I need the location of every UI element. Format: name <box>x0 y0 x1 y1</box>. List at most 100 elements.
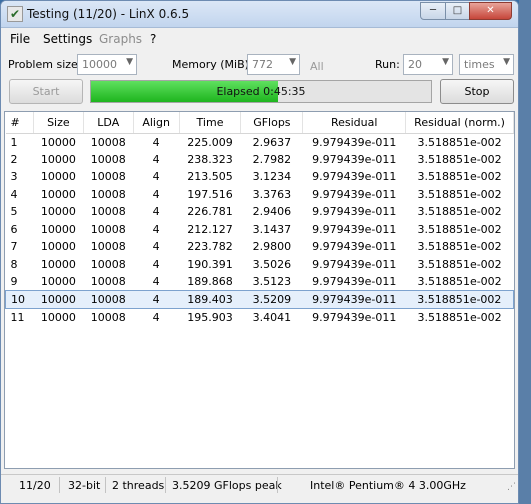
column-header[interactable]: Time <box>179 112 242 134</box>
table-cell: 3.518851e-002 <box>417 152 502 166</box>
all-memory-button[interactable]: All <box>310 60 324 73</box>
column-header[interactable]: Residual <box>302 112 407 134</box>
table-cell: 9.979439e-011 <box>312 275 397 288</box>
table-cell: 10008 <box>90 222 126 236</box>
table-cell: 2.9406 <box>252 205 292 219</box>
table-cell: 10000 <box>40 135 76 149</box>
table-cell: 9.979439e-011 <box>312 205 397 219</box>
menu-graphs[interactable]: Graphs <box>99 32 142 46</box>
table-cell: 212.127 <box>187 222 233 236</box>
table-row[interactable]: 7 10000 10008 4 223.782 2.9800 9.979439e-011 3.… <box>6 238 514 256</box>
table-cell: 10008 <box>83 290 134 309</box>
table-cell: 189.403 <box>179 290 241 309</box>
table-cell: 3.518851e-002 <box>417 187 502 201</box>
table-cell: 9.979439e-011 <box>302 290 406 309</box>
table-row[interactable]: 10 10000 10008 4 189.403 3.5209 9.979439e-011 3… <box>5 290 514 309</box>
table-cell: 4 <box>152 187 160 201</box>
table-cell: 2.7982 <box>252 152 292 166</box>
stop-button[interactable]: Stop <box>440 79 514 104</box>
table-cell: 3 <box>10 170 18 184</box>
table-cell: 2.9637 <box>252 135 292 149</box>
table-cell: 4 <box>152 170 160 184</box>
main-window: ✔ Testing (11/20) - LinX 0.6.5 ─ □ ✕ Fil… <box>0 0 519 504</box>
table-cell: 4 <box>133 290 180 309</box>
close-button[interactable]: ✕ <box>469 2 512 20</box>
memory-value: 772 <box>252 58 273 71</box>
table-cell: 10000 <box>40 310 76 324</box>
table-cell: 4 <box>152 135 160 149</box>
column-header[interactable]: GFlops <box>240 112 304 134</box>
table-row[interactable]: 4 10000 10008 4 197.516 3.3763 9.979439e-011 3.… <box>6 186 514 204</box>
run-unit-select[interactable]: times ▼ <box>459 54 514 75</box>
table-cell: 9.979439e-011 <box>312 187 397 201</box>
table-row[interactable]: 9 10000 10008 4 189.868 3.5123 9.979439e-011 3.… <box>6 273 514 291</box>
run-label: Run: <box>375 58 400 71</box>
table-cell: 9.979439e-011 <box>312 135 397 149</box>
table-cell: 9.979439e-011 <box>312 152 397 166</box>
status-progress: 11/20 <box>19 479 51 492</box>
maximize-button[interactable]: □ <box>445 2 470 20</box>
table-cell: 10008 <box>90 205 126 219</box>
table-cell: 226.781 <box>187 205 233 219</box>
table-cell: 4 <box>152 240 160 254</box>
table-cell: 4 <box>152 275 160 288</box>
run-count-select[interactable]: 20 ▼ <box>403 54 453 75</box>
elapsed-text: Elapsed 0:45:35 <box>216 85 306 98</box>
table-cell: 10000 <box>40 222 76 236</box>
table-row[interactable]: 3 10000 10008 4 213.505 3.1234 9.979439e-011 3.… <box>6 168 514 186</box>
table-row[interactable]: 1 10000 10008 4 225.009 2.9637 9.979439e-011 3.… <box>6 133 514 151</box>
title-bar[interactable]: ✔ Testing (11/20) - LinX 0.6.5 ─ □ ✕ <box>1 1 518 28</box>
results-table: # Size LDA Align Time GFlops Residual Residual … <box>4 111 515 469</box>
table-cell: 10000 <box>40 187 76 201</box>
table-cell: 4 <box>152 152 160 166</box>
table-cell: 10000 <box>40 205 76 219</box>
problem-size-value: 10000 <box>82 58 117 71</box>
table-cell: 4 <box>10 187 18 201</box>
table-cell: 189.868 <box>187 275 233 288</box>
table-cell: 3.1234 <box>252 170 292 184</box>
column-header[interactable]: Size <box>33 112 84 134</box>
problem-size-label: Problem size: <box>8 58 82 71</box>
table-row[interactable]: 5 10000 10008 4 226.781 2.9406 9.979439e-011 3.… <box>6 203 514 221</box>
run-count-value: 20 <box>408 58 422 71</box>
column-header[interactable]: Align <box>133 112 180 134</box>
table-row[interactable]: 8 10000 10008 4 190.391 3.5026 9.979439e-011 3.… <box>6 256 514 274</box>
chevron-down-icon: ▼ <box>126 57 133 67</box>
table-cell: 6 <box>10 222 18 236</box>
menu-settings[interactable]: Settings <box>43 32 92 46</box>
table-cell: 3.518851e-002 <box>417 310 502 324</box>
table-row[interactable]: 6 10000 10008 4 212.127 3.1437 9.979439e-011 3.… <box>6 221 514 239</box>
menu-file[interactable]: File <box>10 32 30 46</box>
column-header[interactable]: LDA <box>83 112 134 134</box>
problem-size-select[interactable]: 10000 ▼ <box>77 54 137 75</box>
status-separator <box>59 477 60 493</box>
table-cell: 10008 <box>90 170 126 184</box>
app-icon: ✔ <box>7 6 23 22</box>
table-cell: 197.516 <box>187 187 233 201</box>
table-cell: 3.518851e-002 <box>417 222 502 236</box>
table-row[interactable]: 2 10000 10008 4 238.323 2.7982 9.979439e-011 3.… <box>6 151 514 169</box>
table-cell: 10000 <box>40 170 76 184</box>
start-button[interactable]: Start <box>9 79 83 104</box>
table-cell: 1 <box>10 135 18 149</box>
table-cell: 3.518851e-002 <box>405 290 514 309</box>
table-cell: 3.518851e-002 <box>417 170 502 184</box>
status-bar: 11/20 32-bit 2 threads 3.5209 GFlops pea… <box>1 474 518 495</box>
column-header[interactable]: # <box>5 112 34 134</box>
table-cell: 3.518851e-002 <box>417 205 502 219</box>
menu-help[interactable]: ? <box>150 32 156 46</box>
table-row[interactable]: 11 10000 10008 4 195.903 3.4041 9.979439e-011 3… <box>6 308 514 326</box>
table-cell: 3.518851e-002 <box>417 275 502 288</box>
resize-grip-icon[interactable]: ⋰ <box>504 482 516 494</box>
table-cell: 3.518851e-002 <box>417 240 502 254</box>
table-cell: 10000 <box>40 152 76 166</box>
column-header[interactable]: Residual (norm.) <box>405 112 514 134</box>
chevron-down-icon: ▼ <box>289 57 296 67</box>
memory-select[interactable]: 772 ▼ <box>247 54 300 75</box>
table-cell: 10000 <box>40 240 76 254</box>
table-cell: 10008 <box>90 152 126 166</box>
minimize-button[interactable]: ─ <box>420 2 446 20</box>
table-cell: 2 <box>10 152 18 166</box>
chevron-down-icon: ▼ <box>442 57 449 67</box>
desktop-background <box>519 0 531 504</box>
